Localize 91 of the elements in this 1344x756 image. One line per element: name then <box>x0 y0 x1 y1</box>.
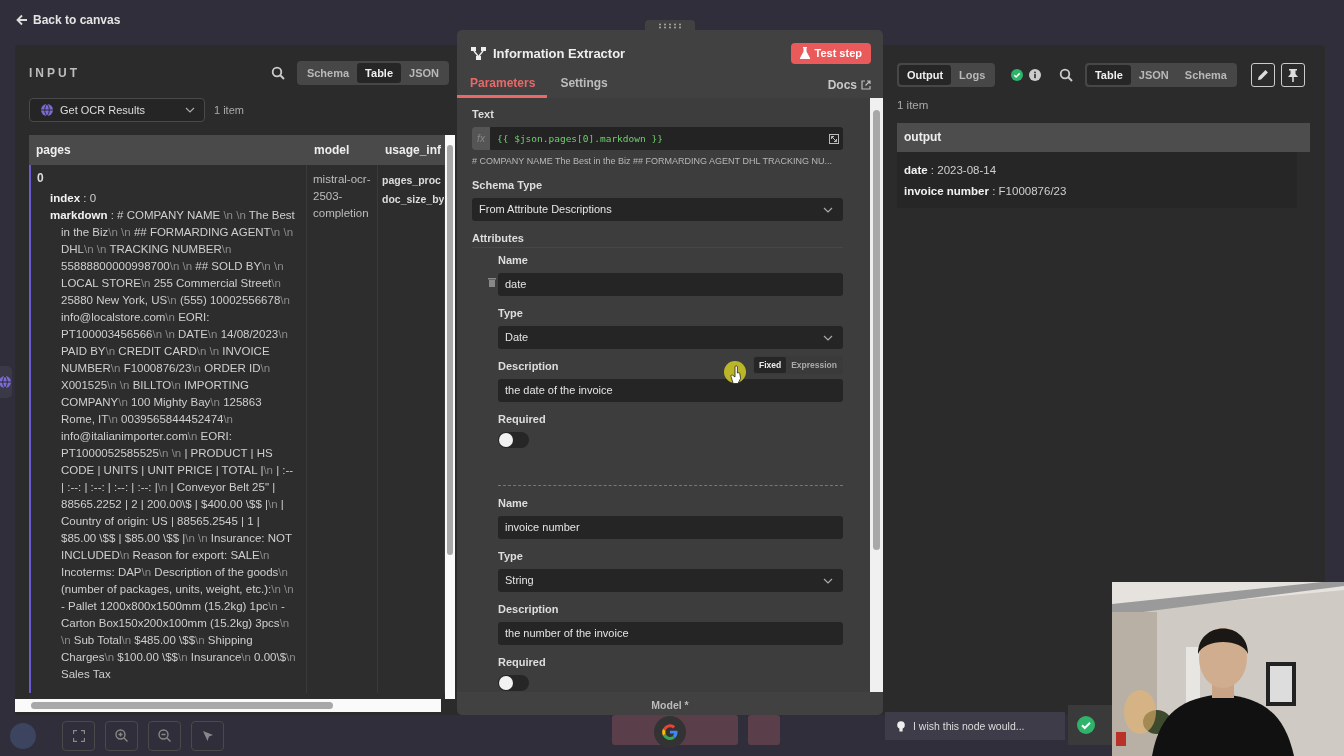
data-field: markdown : # COMPANY NAME \n \n The Best in the Biz\n \n ## FORMARDING AGENT\n \n DHL\n \n TRACKING NUMBER\n 55888800000998700\n \n ## SOLD BY\n \n LOCAL STORE\n 255 Commercial Street\n 25880 New York, US\n (555) 10002556678\n info@localstore.com\n EORI: PT100003456566\n \n DATE\n 14/08/2023\n PAID BY\n CREDIT CARD\n \n INVOICE NUMBER\n F1000876/23\n ORDER ID\n X001525\n \n BILLTO\n IMPORTING COMPANY\n 100 Mighty Bay\n 125863 Rome, IT\n 0039565844452474\n info@italianimporter.com\n EORI: PT1000052585525\n \n | PRODUCT | HS CODE | UNITS | UNIT PRICE | TOTAL |\n | :-- | :--: | :--: | :--: | :--: |\n | Conveyor Belt 25" | 88565.2252 | 2 | 200.00\$ | $400.00 \$$ |\n | Country of origin: US | 88565.2545 | 1 | $85.00 \$$ | $85.00 \$$ |\n \n Insurance: NOT INCLUDED\n Reason for export: SALE\n Incoterms: DAP\n Description of the goods\n (number of packages, units, weight, etc.):\n \n - Pallet 1200x800x1500mm (15.2kg) 1pc\n - Carton Box150x200x100mm (15.2kg) 3pcs\n \n Sub Total\n $485.00 \$$\n Shipping Charges\n $100.00 \$$\n Insurance\n 0.00\$\n Sales Tax <box>39 207 298 683</box>
column-header: output <box>897 123 1310 152</box>
view-tab[interactable]: Schema <box>298 63 358 83</box>
panel-title: INPUT <box>29 66 80 80</box>
docs-link[interactable]: Docs <box>827 71 871 98</box>
field-label: Description <box>498 360 559 373</box>
scrollbar[interactable] <box>870 98 883 692</box>
drag-handle[interactable] <box>645 20 695 32</box>
side-tab[interactable] <box>0 366 12 398</box>
tab[interactable]: Settings <box>547 71 620 98</box>
arrow-left-icon <box>16 14 28 26</box>
field-label: Model * <box>650 699 690 711</box>
view-tab[interactable]: JSON <box>401 63 447 83</box>
field-label: Schema Type <box>472 179 544 192</box>
google-icon <box>662 724 678 740</box>
chevron-down-icon <box>823 334 833 341</box>
chevron-down-icon <box>823 206 833 213</box>
data-field: pages_proc <box>378 171 444 190</box>
expand-icon[interactable] <box>829 133 839 144</box>
feedback-field[interactable]: I wish this node would... <box>885 712 1065 740</box>
field-label: Required <box>498 413 547 426</box>
data-field: date : 2023-08-14 <box>904 160 1290 181</box>
field-label: Type <box>498 307 524 320</box>
description-field[interactable]: the number of the invoice <box>498 622 843 645</box>
type-select[interactable]: String <box>498 569 843 592</box>
flask-icon <box>799 47 810 59</box>
pencil-icon <box>1257 69 1269 81</box>
item-count: 1 item <box>897 99 930 111</box>
name-field[interactable]: invoice number <box>498 516 843 539</box>
view-tab[interactable]: Table <box>1086 65 1131 85</box>
data-field: invoice number : F1000876/23 <box>904 181 1290 202</box>
external-link-icon <box>861 79 871 90</box>
mode-option[interactable]: Fixed <box>753 357 787 373</box>
schema-type-select[interactable]: From Attribute Descriptions <box>472 198 843 221</box>
scrollbar[interactable] <box>15 699 441 712</box>
field-label: Required <box>498 656 547 669</box>
pin-button[interactable] <box>1281 63 1305 87</box>
sub-node[interactable] <box>748 715 780 745</box>
zoom-in-icon <box>115 729 128 742</box>
back-link[interactable]: Back to canvas <box>16 13 121 27</box>
tab[interactable]: Output <box>899 65 952 85</box>
view-tab[interactable]: Table <box>357 63 402 83</box>
info-icon <box>1029 69 1042 81</box>
node-icon <box>471 46 486 60</box>
column-header: pages <box>29 135 307 165</box>
search-icon[interactable] <box>1058 68 1073 82</box>
search-icon[interactable] <box>270 66 285 80</box>
description-field[interactable]: the date of the invoice <box>498 379 843 402</box>
edit-button[interactable] <box>1251 63 1275 87</box>
chevron-down-icon <box>823 577 833 584</box>
field-label: Type <box>498 550 524 563</box>
field-label: Text <box>472 108 495 121</box>
success-icon <box>1011 69 1024 81</box>
column-header: model <box>307 135 378 165</box>
column-header: usage_inf <box>378 135 445 165</box>
zoom-in-button[interactable] <box>105 720 138 751</box>
toggle-switch[interactable] <box>498 432 529 448</box>
expression-preview: # COMPANY NAME The Best in the Biz ## FORMARDING AGENT DHL TRACKING NU... <box>472 155 832 168</box>
grip-icon <box>658 23 682 29</box>
dialog-title: Information Extractor <box>493 45 626 61</box>
field-label: Description <box>498 603 559 616</box>
field-label: Name <box>498 254 529 267</box>
globe-icon <box>40 103 54 117</box>
lightbulb-icon <box>897 720 905 732</box>
view-tab[interactable]: Schema <box>1176 65 1235 85</box>
fit-view-icon <box>72 729 85 742</box>
scrollbar[interactable] <box>445 135 455 699</box>
tab[interactable]: Logs <box>951 65 994 85</box>
data-field: doc_size_by <box>378 190 444 209</box>
cursor-button[interactable] <box>191 720 224 751</box>
node-select[interactable]: Get OCR Results <box>29 98 205 122</box>
fit-view-button[interactable] <box>62 720 95 751</box>
section-label: Attributes <box>472 232 843 248</box>
cursor-icon <box>201 729 214 742</box>
mode-option[interactable]: Expression <box>786 357 842 373</box>
trash-icon[interactable] <box>488 277 496 287</box>
zoom-out-button[interactable] <box>148 720 181 751</box>
view-tab[interactable]: JSON <box>1130 65 1177 85</box>
chevron-down-icon <box>185 107 195 113</box>
globe-icon <box>0 375 12 389</box>
field-label: Name <box>498 497 529 510</box>
table-cell-text: mistral-ocr-2503-completion <box>312 172 372 221</box>
data-field: index : 0 <box>39 190 298 207</box>
pin-icon <box>1288 68 1298 82</box>
row-index: 0 <box>37 171 45 185</box>
zoom-out-icon <box>158 729 171 742</box>
type-select[interactable]: Date <box>498 326 843 349</box>
name-field[interactable]: date <box>498 273 843 296</box>
toggle-switch[interactable] <box>498 675 529 691</box>
item-count: 1 item <box>214 104 244 116</box>
success-icon <box>1077 716 1095 734</box>
